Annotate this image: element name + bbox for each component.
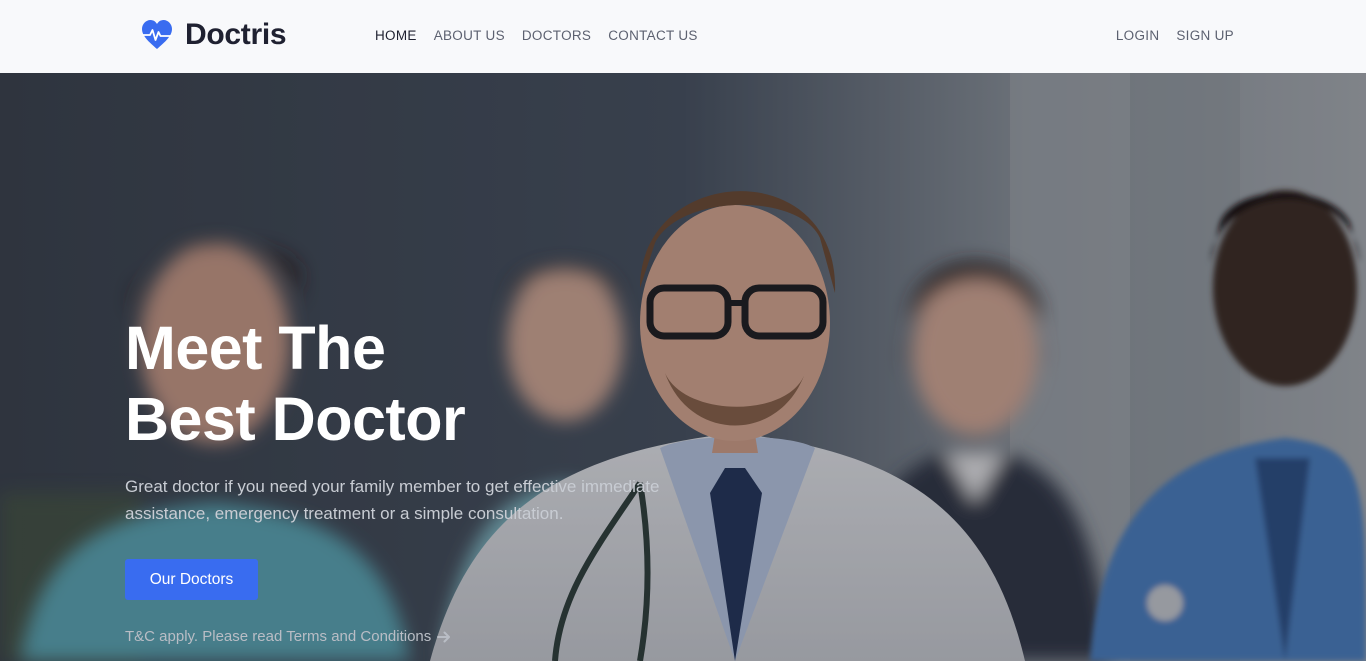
main-nav: HOME ABOUT US DOCTORS CONTACT US [375, 28, 698, 44]
hero-title: Meet The Best Doctor [125, 313, 725, 455]
login-link[interactable]: LOGIN [1116, 28, 1160, 44]
nav-about-us[interactable]: ABOUT US [434, 28, 505, 44]
signup-link[interactable]: SIGN UP [1176, 28, 1234, 44]
terms-text: T&C apply. Please read Terms and Conditi… [125, 628, 432, 645]
hero-section: Meet The Best Doctor Great doctor if you… [0, 73, 1366, 661]
hero-title-line-2: Best Doctor [125, 385, 466, 453]
our-doctors-button[interactable]: Our Doctors [125, 559, 258, 600]
nav-doctors[interactable]: DOCTORS [522, 28, 591, 44]
auth-nav: LOGIN SIGN UP [1116, 28, 1234, 44]
hero-description: Great doctor if you need your family mem… [125, 477, 660, 523]
navbar: Doctris HOME ABOUT US DOCTORS CONTACT US… [0, 0, 1366, 73]
nav-home[interactable]: HOME [375, 28, 417, 44]
brand-name: Doctris [185, 18, 287, 51]
arrow-right-icon [437, 631, 451, 642]
brand-logo-link[interactable]: Doctris [140, 18, 287, 52]
heart-pulse-icon [142, 20, 172, 49]
nav-contact-us[interactable]: CONTACT US [608, 28, 698, 44]
hero-title-line-1: Meet The [125, 314, 386, 382]
terms-link[interactable]: T&C apply. Please read Terms and Conditi… [125, 628, 451, 645]
